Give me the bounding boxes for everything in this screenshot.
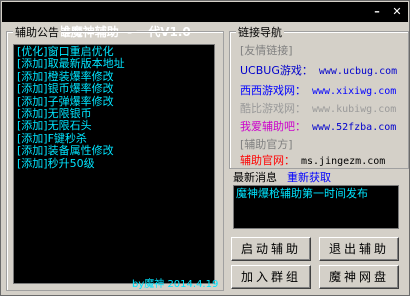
link-row-ucbug[interactable]: UCBUG游戏： www.ucbug.com xyxy=(240,62,397,78)
latest-news-group: 最新消息 重新获取 魔神爆枪辅助第一时间发布 xyxy=(229,169,407,235)
links-group: 链接导航 [友情链接] UCBUG游戏： www.ucbug.com 西西游戏网：… xyxy=(229,24,409,169)
notice-item: [添加]取最新版本地址 xyxy=(17,57,125,71)
exit-assist-button[interactable]: 退出辅助 xyxy=(319,237,399,261)
refresh-link[interactable]: 重新获取 xyxy=(287,169,331,185)
netdisk-button[interactable]: 魔神网盘 xyxy=(319,265,399,289)
link-row-xixi[interactable]: 西西游戏网： www.xixiwg.com xyxy=(240,82,396,98)
notice-item: [添加]装备属性修改 xyxy=(17,144,114,158)
link-row-official[interactable]: 辅助官网： ms.jingezm.com xyxy=(240,152,385,168)
links-group-title: 链接导航 xyxy=(236,24,284,40)
latest-news-title: 最新消息 xyxy=(233,171,277,184)
link-url[interactable]: www.xixiwg.com xyxy=(312,86,396,97)
notice-textbox[interactable]: [优化]窗口重启优化 [添加]取最新版本地址 [添加]橙装爆率修改 [添加]银币爆率修… xyxy=(13,44,218,290)
link-url[interactable]: www.52fzba.com xyxy=(312,122,396,133)
app-window: 爆枪英雄魔神辅助 - 一代V1.0 – ✕ 辅助公告 [优化]窗口重启优化 [添加… xyxy=(0,0,410,296)
link-url[interactable]: www.ucbug.com xyxy=(319,66,397,77)
notice-footer: by魔神 2014.4.19 xyxy=(132,279,219,290)
notice-item: [添加]秒升50级 xyxy=(17,156,95,170)
link-label: 酷比游戏网： xyxy=(240,102,306,115)
title-bar: 爆枪英雄魔神辅助 - 一代V1.0 – ✕ xyxy=(2,2,408,39)
official-heading: [辅助官方] xyxy=(240,138,293,151)
latest-news-textbox[interactable]: 魔神爆枪辅助第一时间发布 xyxy=(233,185,399,229)
link-url[interactable]: ms.jingezm.com xyxy=(301,156,385,167)
link-row-52fzba[interactable]: 我爱辅助吧： www.52fzba.com xyxy=(240,118,396,134)
notice-group: 辅助公告 [优化]窗口重启优化 [添加]取最新版本地址 [添加]橙装爆率修改 [添加]… xyxy=(6,24,224,291)
link-label: UCBUG游戏： xyxy=(240,64,313,77)
link-label: 辅助官网： xyxy=(240,154,295,167)
link-url[interactable]: www.kubiwg.com xyxy=(312,104,396,115)
link-row-kubi[interactable]: 酷比游戏网： www.kubiwg.com xyxy=(240,100,396,116)
notice-group-title: 辅助公告 xyxy=(13,24,61,40)
notice-item: [添加]银币爆率修改 xyxy=(17,82,114,96)
link-label: 西西游戏网： xyxy=(240,84,306,97)
notice-list: [优化]窗口重启优化 [添加]取最新版本地址 [添加]橙装爆率修改 [添加]银币爆率修… xyxy=(14,45,214,170)
join-group-button[interactable]: 加入群组 xyxy=(231,265,311,289)
close-button[interactable]: ✕ xyxy=(388,5,406,19)
notice-item: [添加]无限石头 xyxy=(17,119,92,133)
friend-links-heading: [友情链接] xyxy=(240,44,293,57)
link-label: 我爱辅助吧： xyxy=(240,120,306,133)
start-assist-button[interactable]: 启动辅助 xyxy=(231,237,311,261)
minimize-button[interactable]: – xyxy=(368,5,386,19)
